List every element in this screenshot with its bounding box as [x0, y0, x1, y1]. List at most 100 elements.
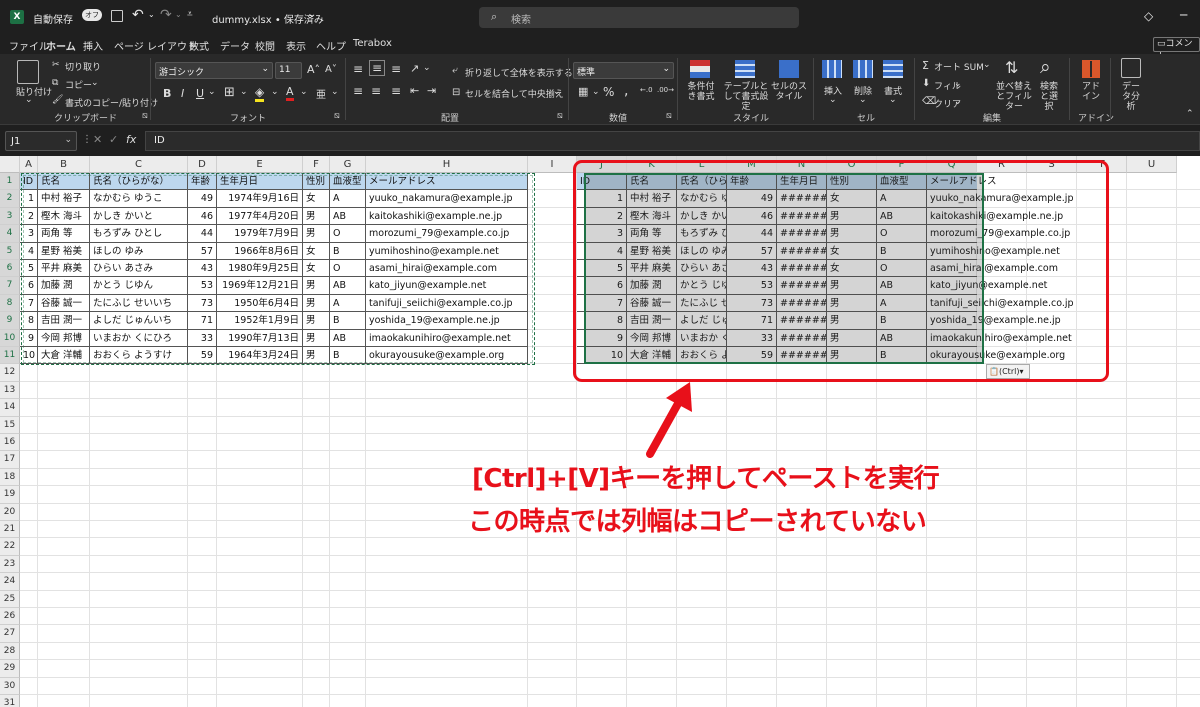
- cell-styles-icon[interactable]: [779, 60, 799, 78]
- minimize-icon[interactable]: ─: [1180, 8, 1187, 22]
- menu-data[interactable]: データ: [220, 38, 250, 53]
- font-size-select[interactable]: 11: [275, 62, 302, 79]
- format-dropdown-icon[interactable]: ⌄: [889, 95, 897, 105]
- column-header-g[interactable]: G: [330, 156, 366, 173]
- decrease-font-icon[interactable]: A˅: [325, 64, 337, 75]
- filename-chevron-icon[interactable]: ⌄: [308, 9, 316, 20]
- row-header-28[interactable]: 28: [0, 642, 20, 661]
- row-header-11[interactable]: 11: [0, 347, 20, 365]
- save-icon[interactable]: [111, 10, 123, 22]
- format-as-table-button[interactable]: テーブルとして書式設定: [722, 82, 770, 112]
- menu-view[interactable]: 表示: [286, 38, 306, 53]
- menu-page-layout[interactable]: ページ レイアウト: [114, 38, 197, 53]
- menu-review[interactable]: 校閲: [255, 38, 275, 53]
- cancel-icon[interactable]: ✕: [93, 133, 102, 146]
- autosum-button[interactable]: オート SUM: [934, 60, 984, 73]
- data-analysis-button[interactable]: データ分析: [1118, 82, 1144, 112]
- diamond-icon[interactable]: ◇: [1144, 9, 1153, 23]
- column-header-c[interactable]: C: [90, 156, 188, 173]
- row-header-3[interactable]: 3: [0, 207, 20, 226]
- undo-dropdown-icon[interactable]: ⌄: [148, 10, 155, 19]
- format-painter-button[interactable]: 書式のコピー/貼り付け: [65, 96, 158, 109]
- row-header-21[interactable]: 21: [0, 521, 20, 539]
- font-launcher-icon[interactable]: ⧅: [334, 111, 340, 121]
- row-header-17[interactable]: 17: [0, 451, 20, 469]
- increase-font-icon[interactable]: A˄: [307, 63, 320, 76]
- cut-icon[interactable]: ✂: [52, 60, 60, 70]
- insert-cells-icon[interactable]: [822, 60, 842, 78]
- addins-icon[interactable]: [1082, 60, 1100, 78]
- phonetic-dropdown-icon[interactable]: ⌄: [331, 87, 339, 97]
- align-middle-icon[interactable]: ≡: [369, 60, 386, 76]
- menu-help[interactable]: ヘルプ: [316, 38, 346, 53]
- fill-color-dropdown-icon[interactable]: ⌄: [271, 87, 279, 97]
- border-dropdown-icon[interactable]: ⌄: [240, 87, 248, 97]
- column-header-e[interactable]: E: [217, 156, 303, 173]
- merge-center-button[interactable]: セルを結合して中央揃え: [465, 87, 564, 100]
- column-header-d[interactable]: D: [188, 156, 217, 173]
- redo-icon[interactable]: ↷: [160, 7, 172, 23]
- fill-color-icon[interactable]: ◈: [255, 85, 265, 102]
- font-color-icon[interactable]: A: [286, 85, 294, 101]
- select-all-corner[interactable]: [0, 156, 20, 173]
- align-right-icon[interactable]: ≡: [391, 84, 401, 98]
- phonetic-icon[interactable]: 亜: [316, 86, 326, 101]
- row-header-6[interactable]: 6: [0, 260, 20, 278]
- currency-dropdown-icon[interactable]: ⌄: [592, 87, 600, 97]
- wrap-text-button[interactable]: 折り返して全体を表示する: [465, 66, 573, 79]
- formula-input[interactable]: ID: [145, 131, 1200, 151]
- format-cells-icon[interactable]: [883, 60, 903, 78]
- row-header-30[interactable]: 30: [0, 677, 20, 695]
- column-header-i[interactable]: I: [528, 156, 577, 173]
- fill-dropdown-icon[interactable]: ⌄: [954, 79, 962, 89]
- format-painter-icon[interactable]: 🖌: [52, 95, 63, 105]
- insert-dropdown-icon[interactable]: ⌄: [829, 95, 837, 105]
- row-header-20[interactable]: 20: [0, 503, 20, 521]
- merge-dropdown-icon[interactable]: ⌄: [553, 87, 561, 97]
- addins-button[interactable]: アドイン: [1082, 82, 1100, 102]
- percent-icon[interactable]: %: [603, 85, 614, 99]
- comma-icon[interactable]: ,: [624, 83, 628, 99]
- menu-formulas[interactable]: 数式: [189, 38, 209, 53]
- delete-cells-icon[interactable]: [853, 60, 873, 78]
- increase-indent-icon[interactable]: ⇥: [427, 84, 436, 97]
- merge-center-icon[interactable]: ⊟: [452, 87, 460, 98]
- column-header-u[interactable]: U: [1127, 156, 1177, 173]
- row-header-14[interactable]: 14: [0, 399, 20, 417]
- sort-filter-icon[interactable]: ⇅: [1005, 58, 1018, 77]
- sort-filter-button[interactable]: 並べ替えとフィルター: [994, 82, 1034, 112]
- row-header-16[interactable]: 16: [0, 434, 20, 452]
- row-header-13[interactable]: 13: [0, 381, 20, 400]
- find-select-icon[interactable]: ⌕: [1040, 56, 1051, 78]
- autosum-dropdown-icon[interactable]: ⌄: [983, 60, 991, 70]
- italic-icon[interactable]: I: [181, 87, 184, 100]
- fill-icon[interactable]: ⬇: [922, 78, 930, 89]
- orientation-dropdown-icon[interactable]: ⌄: [423, 63, 431, 73]
- column-header-f[interactable]: F: [303, 156, 330, 173]
- conditional-format-button[interactable]: 条件付き書式: [684, 82, 718, 102]
- decrease-decimal-icon[interactable]: .00→: [657, 86, 674, 94]
- menu-insert[interactable]: 挿入: [83, 38, 103, 53]
- column-header-b[interactable]: B: [38, 156, 90, 173]
- undo-icon[interactable]: ↶: [132, 7, 144, 23]
- autosum-icon[interactable]: Σ: [922, 59, 929, 72]
- row-header-29[interactable]: 29: [0, 660, 20, 678]
- menu-terabox[interactable]: Terabox: [353, 38, 392, 49]
- copy-button[interactable]: コピー: [65, 78, 92, 91]
- align-left-icon[interactable]: ≡: [353, 84, 363, 98]
- row-header-18[interactable]: 18: [0, 468, 20, 487]
- paste-icon[interactable]: [17, 60, 39, 84]
- orientation-icon[interactable]: ↗: [410, 62, 419, 75]
- row-header-8[interactable]: 8: [0, 294, 20, 313]
- underline-icon[interactable]: U: [196, 87, 204, 100]
- cell-styles-button[interactable]: セルのスタイル: [770, 82, 808, 102]
- increase-decimal-icon[interactable]: ←.0: [640, 86, 653, 94]
- cut-button[interactable]: 切り取り: [65, 60, 101, 73]
- find-select-button[interactable]: 検索と選択: [1036, 82, 1062, 112]
- alignment-launcher-icon[interactable]: ⧅: [557, 111, 563, 121]
- copy-icon[interactable]: ⧉: [52, 78, 58, 88]
- wrap-text-icon[interactable]: ⤶: [452, 65, 458, 76]
- worksheet[interactable]: ABCDEFGHIJKLMNOPQRSTU 1 2 3 4 5 6 7 8 9 10 11 12 13 1…: [0, 156, 1200, 707]
- align-center-icon[interactable]: ≡: [371, 84, 381, 98]
- comment-button[interactable]: ▭コメント: [1153, 37, 1200, 62]
